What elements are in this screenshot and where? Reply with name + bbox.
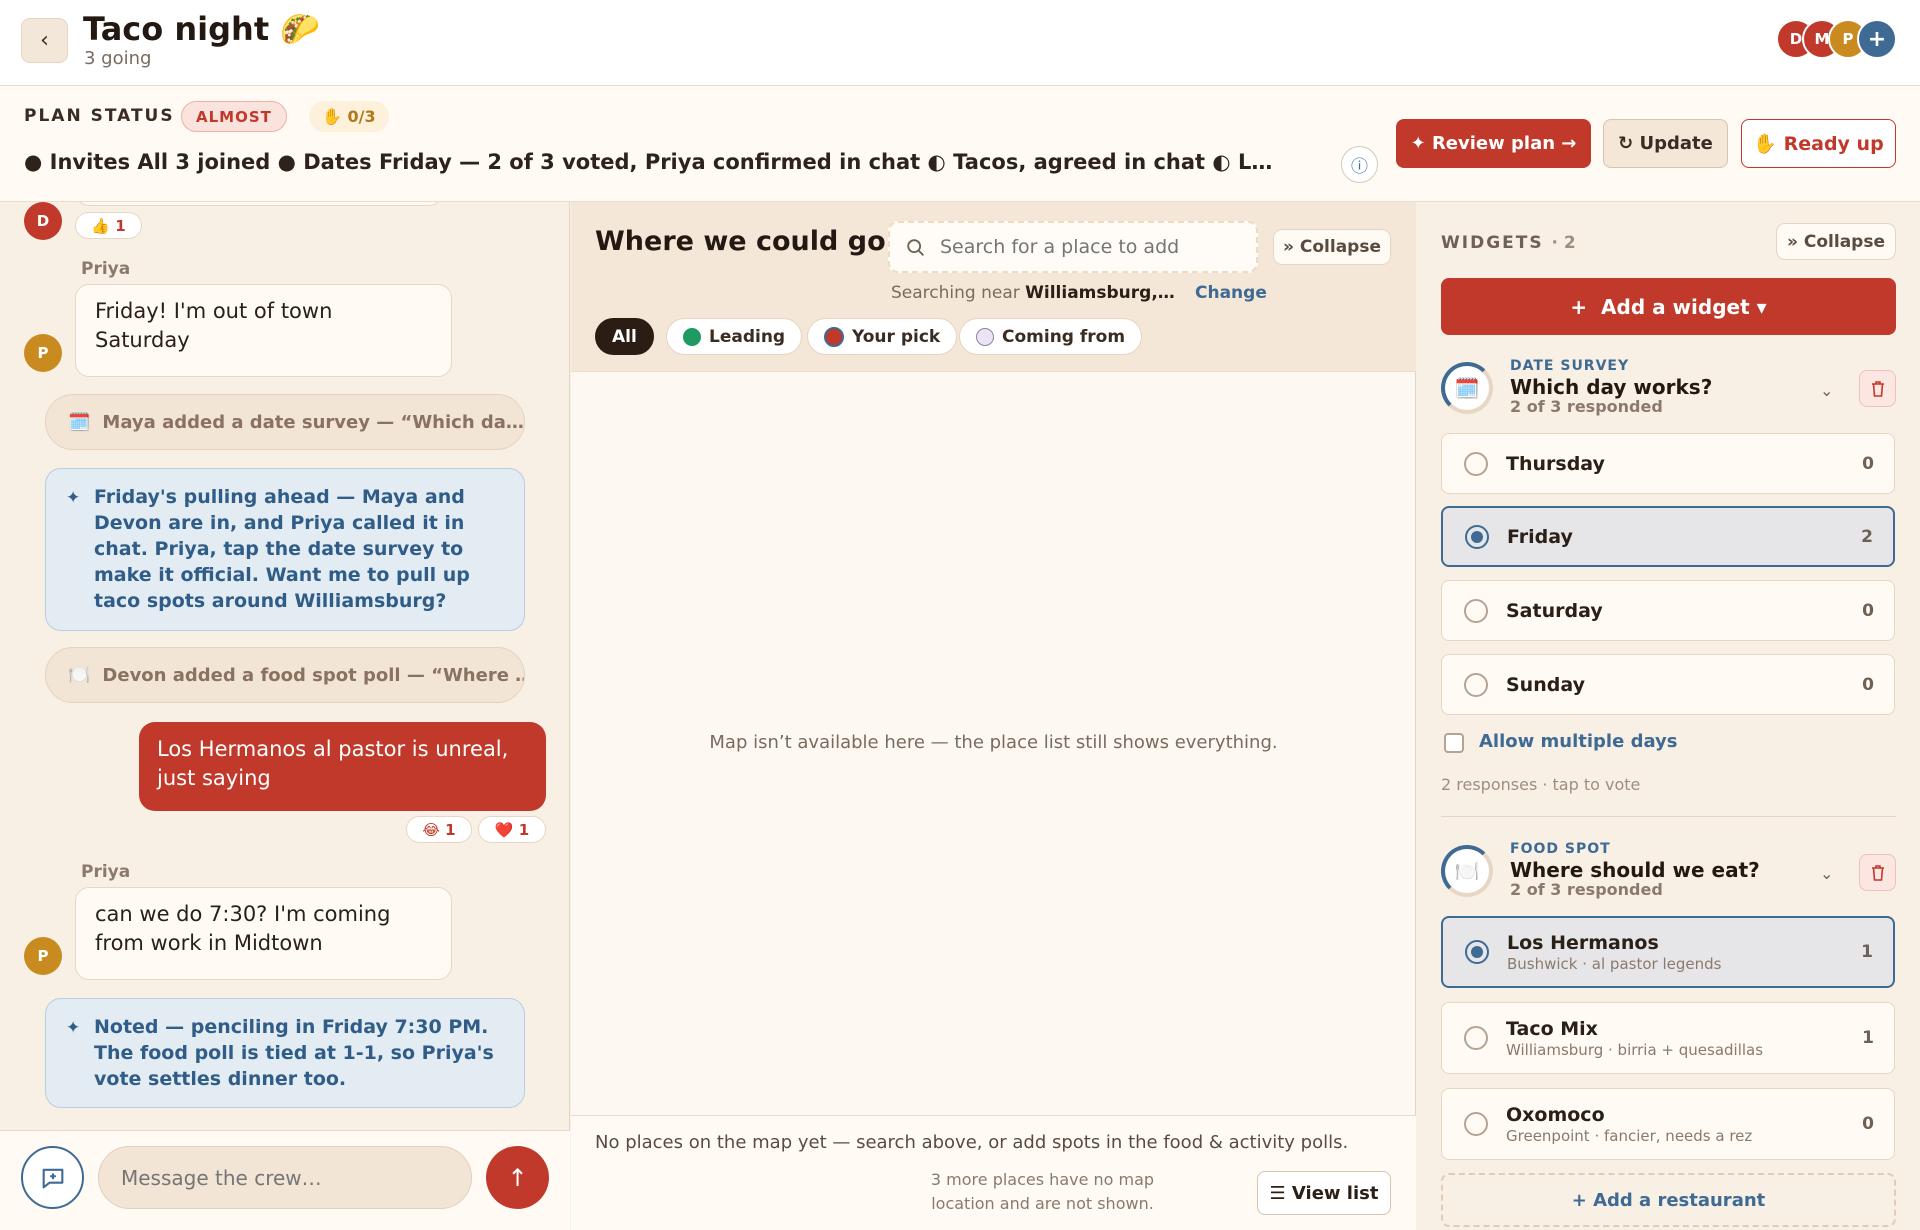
assistant-message: ✦ Friday's pulling ahead — Maya and Devo…	[45, 468, 525, 631]
my-message-bubble: Los Hermanos al pastor is unreal, just s…	[139, 722, 546, 811]
page-title: Taco night 🌮	[83, 10, 321, 48]
arrow-up-icon: ↑	[507, 1163, 528, 1192]
search-icon	[907, 239, 924, 256]
widget-title: Which day works?	[1510, 375, 1713, 399]
avatar: P	[24, 334, 62, 372]
sparkle-icon: ✦	[66, 1018, 81, 1038]
status-badge: ALMOST	[181, 101, 287, 132]
review-plan-button[interactable]: ✦ Review plan →	[1396, 119, 1591, 168]
update-button[interactable]: ↻ Update	[1603, 119, 1728, 168]
map-title: Where we could go	[595, 226, 886, 257]
calendar-icon: 🗓️	[1454, 376, 1480, 400]
widget-type-label: FOOD SPOT	[1510, 841, 1611, 857]
add-restaurant-button[interactable]: + Add a restaurant	[1441, 1173, 1896, 1227]
search-location: Searching near Williamsburg,…	[891, 283, 1175, 303]
red-dot-icon	[824, 326, 844, 347]
avatar: D	[24, 202, 62, 240]
restaurant-option[interactable]: Oxomoco Greenpoint · fancier, needs a rez…	[1441, 1088, 1895, 1160]
hidden-places-note: 3 more places have no map location and a…	[930, 1170, 1155, 1213]
survey-footer: 2 responses · tap to vote	[1441, 775, 1641, 794]
date-option[interactable]: Saturday 0	[1441, 580, 1895, 641]
divider	[1441, 816, 1896, 817]
chevron-left-icon: ‹	[40, 28, 49, 53]
chat-tools-button[interactable]	[21, 1146, 84, 1209]
chat-panel[interactable]: D 👍 1 Priya Friday! I'm out of town Satu…	[0, 202, 570, 1230]
restaurant-option-selected[interactable]: Los Hermanos Bushwick · al pastor legends…	[1441, 916, 1895, 988]
filter-chip-leading[interactable]: Leading	[666, 318, 803, 355]
restaurant-option[interactable]: Taco Mix Williamsburg · birria + quesadil…	[1441, 1002, 1895, 1074]
chevron-down-icon[interactable]: ⌄	[1820, 864, 1833, 883]
calendar-icon: 🗓️	[68, 411, 91, 433]
widgets-collapse-button[interactable]: » Collapse	[1776, 223, 1896, 260]
avatar: P	[24, 937, 62, 975]
filter-chip-your-pick[interactable]: Your pick	[807, 318, 958, 355]
date-survey-progress-ring: 🗓️	[1441, 362, 1493, 414]
info-icon: ⓘ	[1351, 157, 1368, 177]
plate-icon: 🍽️	[68, 664, 91, 686]
map-unavailable-message: Map isn’t available here — the place lis…	[709, 732, 1278, 753]
reaction-chip[interactable]: 👍 1	[75, 212, 142, 239]
allow-multiple-checkbox[interactable]	[1444, 733, 1464, 753]
radio-button	[1464, 672, 1488, 697]
message-sender: Priya	[81, 862, 131, 882]
widget-type-label: DATE SURVEY	[1510, 358, 1630, 374]
food-poll-progress-ring: 🍽️	[1441, 845, 1493, 897]
green-dot-icon	[683, 327, 701, 346]
add-widget-button[interactable]: + Add a widget ▾	[1441, 278, 1896, 335]
radio-button	[1464, 1026, 1488, 1050]
info-button[interactable]: ⓘ	[1341, 146, 1378, 183]
date-option[interactable]: Thursday 0	[1441, 433, 1895, 494]
ready-count-badge: ✋ 0/3	[309, 101, 389, 132]
trash-icon	[1871, 864, 1884, 881]
message-sender: Priya	[81, 259, 131, 279]
reaction-chip[interactable]: ❤️ 1	[478, 816, 546, 843]
map-collapse-button[interactable]: » Collapse	[1273, 229, 1391, 265]
chevron-right-icon: ›	[524, 412, 525, 433]
filter-chip-all[interactable]: All	[595, 318, 654, 355]
view-list-button[interactable]: ☰ View list	[1257, 1171, 1391, 1215]
radio-button	[1465, 524, 1489, 549]
place-search-box[interactable]	[888, 221, 1258, 273]
back-button[interactable]: ‹	[21, 18, 68, 63]
system-event-date-survey[interactable]: 🗓️ Maya added a date survey — “Which da……	[45, 394, 525, 450]
no-places-message: No places on the map yet — search above,…	[595, 1132, 1349, 1153]
trash-icon	[1871, 380, 1884, 397]
plate-icon: 🍽️	[1454, 859, 1480, 883]
radio-button	[1464, 451, 1488, 476]
message-input[interactable]	[98, 1146, 472, 1209]
system-event-food-poll[interactable]: 🍽️ Devon added a food spot poll — “Where…	[45, 647, 525, 703]
assistant-message: ✦ Noted — penciling in Friday 7:30 PM. T…	[45, 998, 525, 1108]
place-search-input[interactable]	[940, 232, 1240, 262]
chevron-down-icon[interactable]: ⌄	[1820, 381, 1833, 400]
ready-up-button[interactable]: ✋ Ready up	[1741, 119, 1896, 168]
radio-button	[1464, 1112, 1488, 1136]
plan-status-label: PLAN STATUS	[24, 106, 175, 126]
outline-dot-icon	[976, 327, 994, 346]
allow-multiple-label[interactable]: Allow multiple days	[1479, 731, 1678, 752]
message-bubble: can we do 7:30? I'm coming from work in …	[75, 887, 452, 980]
change-location-link[interactable]: Change	[1195, 283, 1267, 303]
radio-button	[1465, 940, 1489, 964]
going-count: 3 going	[84, 48, 152, 69]
message-composer: ↑	[0, 1130, 570, 1230]
message-bubble-cut	[75, 202, 443, 206]
status-summary[interactable]: ● Invites All 3 joined ● Dates Friday — …	[24, 150, 1319, 174]
widgets-panel	[1417, 202, 1920, 1230]
filter-chip-coming-from[interactable]: Coming from	[959, 318, 1143, 355]
reaction-chip[interactable]: 😂 1	[406, 816, 472, 843]
delete-widget-button[interactable]	[1859, 854, 1896, 891]
chat-plus-icon	[42, 1168, 63, 1188]
date-option-selected[interactable]: Friday 2	[1441, 506, 1895, 567]
add-member-button[interactable]: +	[1857, 19, 1897, 59]
send-button[interactable]: ↑	[486, 1146, 549, 1209]
radio-button	[1464, 598, 1488, 623]
sparkle-icon: ✦	[66, 488, 81, 508]
delete-widget-button[interactable]	[1859, 370, 1896, 407]
widget-response-count: 2 of 3 responded	[1510, 397, 1663, 416]
message-bubble: Friday! I'm out of town Saturday	[75, 284, 452, 377]
widgets-label: WIDGETS · 2	[1441, 233, 1576, 253]
widget-response-count: 2 of 3 responded	[1510, 880, 1663, 899]
date-option[interactable]: Sunday 0	[1441, 654, 1895, 715]
widget-title: Where should we eat?	[1510, 858, 1760, 882]
